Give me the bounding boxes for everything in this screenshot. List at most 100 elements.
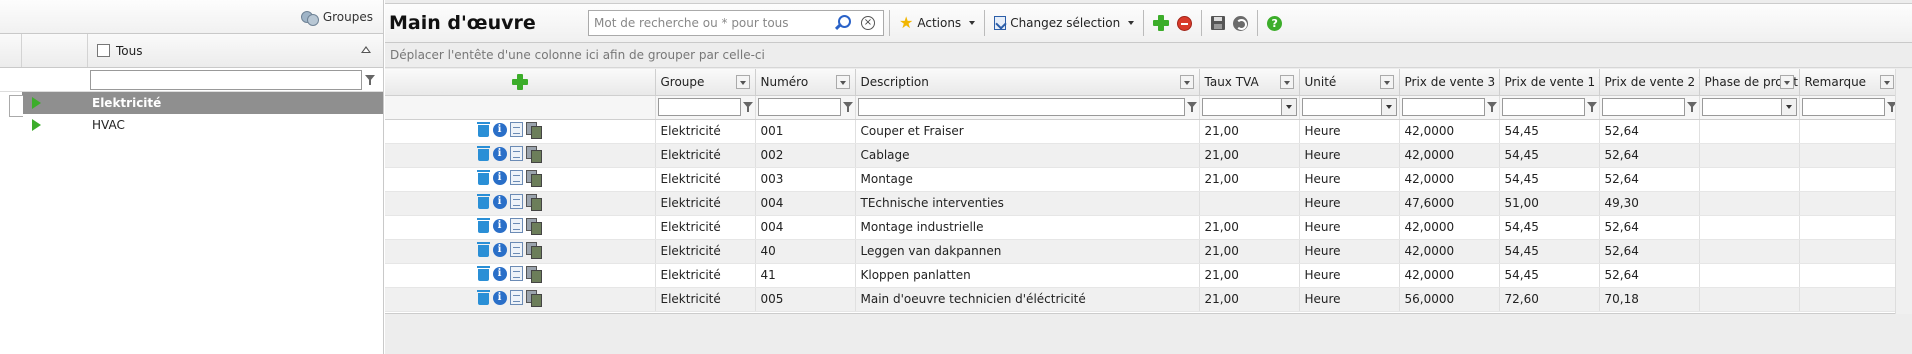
cell-unite[interactable]: Heure xyxy=(1299,167,1400,192)
cell-phase[interactable] xyxy=(1699,263,1800,288)
cell-tva[interactable]: 21,00 xyxy=(1199,167,1300,192)
document-icon[interactable] xyxy=(509,266,523,281)
info-icon[interactable]: i xyxy=(492,290,507,305)
cell-unite[interactable]: Heure xyxy=(1299,215,1400,240)
table-row[interactable]: i Elektricité 40 Leggen van dakpannen 21,00 H… xyxy=(385,239,1900,264)
filter-select-unite[interactable] xyxy=(1301,98,1397,116)
cell-p3[interactable]: 47,6000 xyxy=(1399,191,1500,216)
table-row[interactable]: i Elektricité 004 TEchnische interventies He… xyxy=(385,191,1900,216)
filter-icon[interactable] xyxy=(1586,101,1597,113)
cell-remarque[interactable] xyxy=(1799,239,1900,264)
cell-unite[interactable]: Heure xyxy=(1299,239,1400,264)
cell-p2[interactable]: 52,64 xyxy=(1599,215,1700,240)
cell-remarque[interactable] xyxy=(1799,119,1900,144)
change-selection-button[interactable]: Changez sélection xyxy=(990,10,1138,36)
cell-p3[interactable]: 56,0000 xyxy=(1399,287,1500,312)
cell-unite[interactable]: Heure xyxy=(1299,191,1400,216)
groupes-button[interactable]: Groupes xyxy=(300,9,373,26)
document-icon[interactable] xyxy=(509,146,523,161)
help-button[interactable]: ? xyxy=(1263,10,1286,36)
delete-icon[interactable] xyxy=(476,194,490,209)
cell-remarque[interactable] xyxy=(1799,287,1900,312)
cell-description[interactable]: Couper et Fraiser xyxy=(855,119,1200,144)
cell-tva[interactable]: 21,00 xyxy=(1199,215,1300,240)
document-icon[interactable] xyxy=(509,218,523,233)
search-input[interactable] xyxy=(589,12,831,34)
cell-groupe[interactable]: Elektricité xyxy=(655,119,756,144)
document-icon[interactable] xyxy=(509,122,523,137)
table-row[interactable]: i Elektricité 41 Kloppen panlatten 21,00 Heur… xyxy=(385,263,1900,288)
cell-numero[interactable]: 004 xyxy=(755,215,856,240)
cell-unite[interactable]: Heure xyxy=(1299,119,1400,144)
table-row[interactable]: i Elektricité 005 Main d'oeuvre technicien … xyxy=(385,287,1900,312)
cell-description[interactable]: Cablage xyxy=(855,143,1200,168)
copy-icon[interactable] xyxy=(525,290,542,307)
cell-p3[interactable]: 42,0000 xyxy=(1399,167,1500,192)
cell-description[interactable]: Montage industrielle xyxy=(855,215,1200,240)
cell-p1[interactable]: 51,00 xyxy=(1499,191,1600,216)
cell-groupe[interactable]: Elektricité xyxy=(655,143,756,168)
cell-remarque[interactable] xyxy=(1799,191,1900,216)
filter-icon[interactable] xyxy=(1686,101,1697,113)
column-menu-icon[interactable] xyxy=(1379,75,1394,89)
cell-p2[interactable]: 52,64 xyxy=(1599,263,1700,288)
filter-input-numero[interactable] xyxy=(757,98,841,116)
document-icon[interactable] xyxy=(509,170,523,185)
cell-p3[interactable]: 42,0000 xyxy=(1399,239,1500,264)
cancel-button[interactable] xyxy=(1173,10,1196,36)
cell-remarque[interactable] xyxy=(1799,143,1900,168)
table-row[interactable]: i Elektricité 001 Couper et Fraiser 21,00 Heu… xyxy=(385,119,1900,144)
cell-numero[interactable]: 40 xyxy=(755,239,856,264)
copy-icon[interactable] xyxy=(525,218,542,235)
group-expand-toggle[interactable] xyxy=(22,92,88,114)
group-by-drop-zone[interactable]: Déplacer l'entête d'une colonne ici afin… xyxy=(385,43,1912,68)
delete-icon[interactable] xyxy=(476,266,490,281)
groups-header-all[interactable]: Tous xyxy=(88,34,383,67)
cell-p1[interactable]: 54,45 xyxy=(1499,143,1600,168)
cell-groupe[interactable]: Elektricité xyxy=(655,239,756,264)
info-icon[interactable]: i xyxy=(492,266,507,281)
cell-p1[interactable]: 72,60 xyxy=(1499,287,1600,312)
clear-search-icon[interactable]: × xyxy=(861,16,875,30)
copy-icon[interactable] xyxy=(525,122,542,139)
table-row[interactable]: i Elektricité 004 Montage industrielle 21,00… xyxy=(385,215,1900,240)
cell-p2[interactable]: 52,64 xyxy=(1599,167,1700,192)
delete-icon[interactable] xyxy=(476,170,490,185)
cell-p2[interactable]: 52,64 xyxy=(1599,119,1700,144)
group-expand-toggle[interactable] xyxy=(22,114,88,136)
cell-tva[interactable]: 21,00 xyxy=(1199,143,1300,168)
info-icon[interactable]: i xyxy=(492,194,507,209)
cell-numero[interactable]: 41 xyxy=(755,263,856,288)
cell-remarque[interactable] xyxy=(1799,167,1900,192)
cell-numero[interactable]: 001 xyxy=(755,119,856,144)
cell-unite[interactable]: Heure xyxy=(1299,287,1400,312)
add-row-icon[interactable] xyxy=(511,73,528,90)
filter-input-groupe[interactable] xyxy=(657,98,741,116)
vertical-scrollbar[interactable] xyxy=(1895,69,1912,314)
cell-p1[interactable]: 54,45 xyxy=(1499,215,1600,240)
cell-p2[interactable]: 52,64 xyxy=(1599,239,1700,264)
cell-p2[interactable]: 70,18 xyxy=(1599,287,1700,312)
save-button[interactable] xyxy=(1207,10,1229,36)
select-all-checkbox[interactable] xyxy=(97,44,110,57)
cell-groupe[interactable]: Elektricité xyxy=(655,191,756,216)
cell-tva[interactable]: 21,00 xyxy=(1199,239,1300,264)
undo-button[interactable] xyxy=(1229,10,1252,36)
cell-numero[interactable]: 004 xyxy=(755,191,856,216)
cell-numero[interactable]: 005 xyxy=(755,287,856,312)
delete-icon[interactable] xyxy=(476,290,490,305)
filter-input-p1[interactable] xyxy=(1501,98,1585,116)
cell-phase[interactable] xyxy=(1699,119,1800,144)
column-header-prix-vente-1[interactable]: Prix de vente 1 TV xyxy=(1499,69,1600,96)
cell-phase[interactable] xyxy=(1699,215,1800,240)
cell-numero[interactable]: 003 xyxy=(755,167,856,192)
filter-icon[interactable] xyxy=(842,101,853,113)
column-menu-icon[interactable] xyxy=(735,75,750,89)
filter-input-remarque[interactable] xyxy=(1801,98,1885,116)
cell-phase[interactable] xyxy=(1699,239,1800,264)
column-header-numero[interactable]: Numéro xyxy=(755,69,856,96)
cell-groupe[interactable]: Elektricité xyxy=(655,287,756,312)
group-row-elektricite[interactable]: Elektricité xyxy=(0,92,383,117)
filter-icon[interactable] xyxy=(365,74,375,86)
cell-unite[interactable]: Heure xyxy=(1299,263,1400,288)
